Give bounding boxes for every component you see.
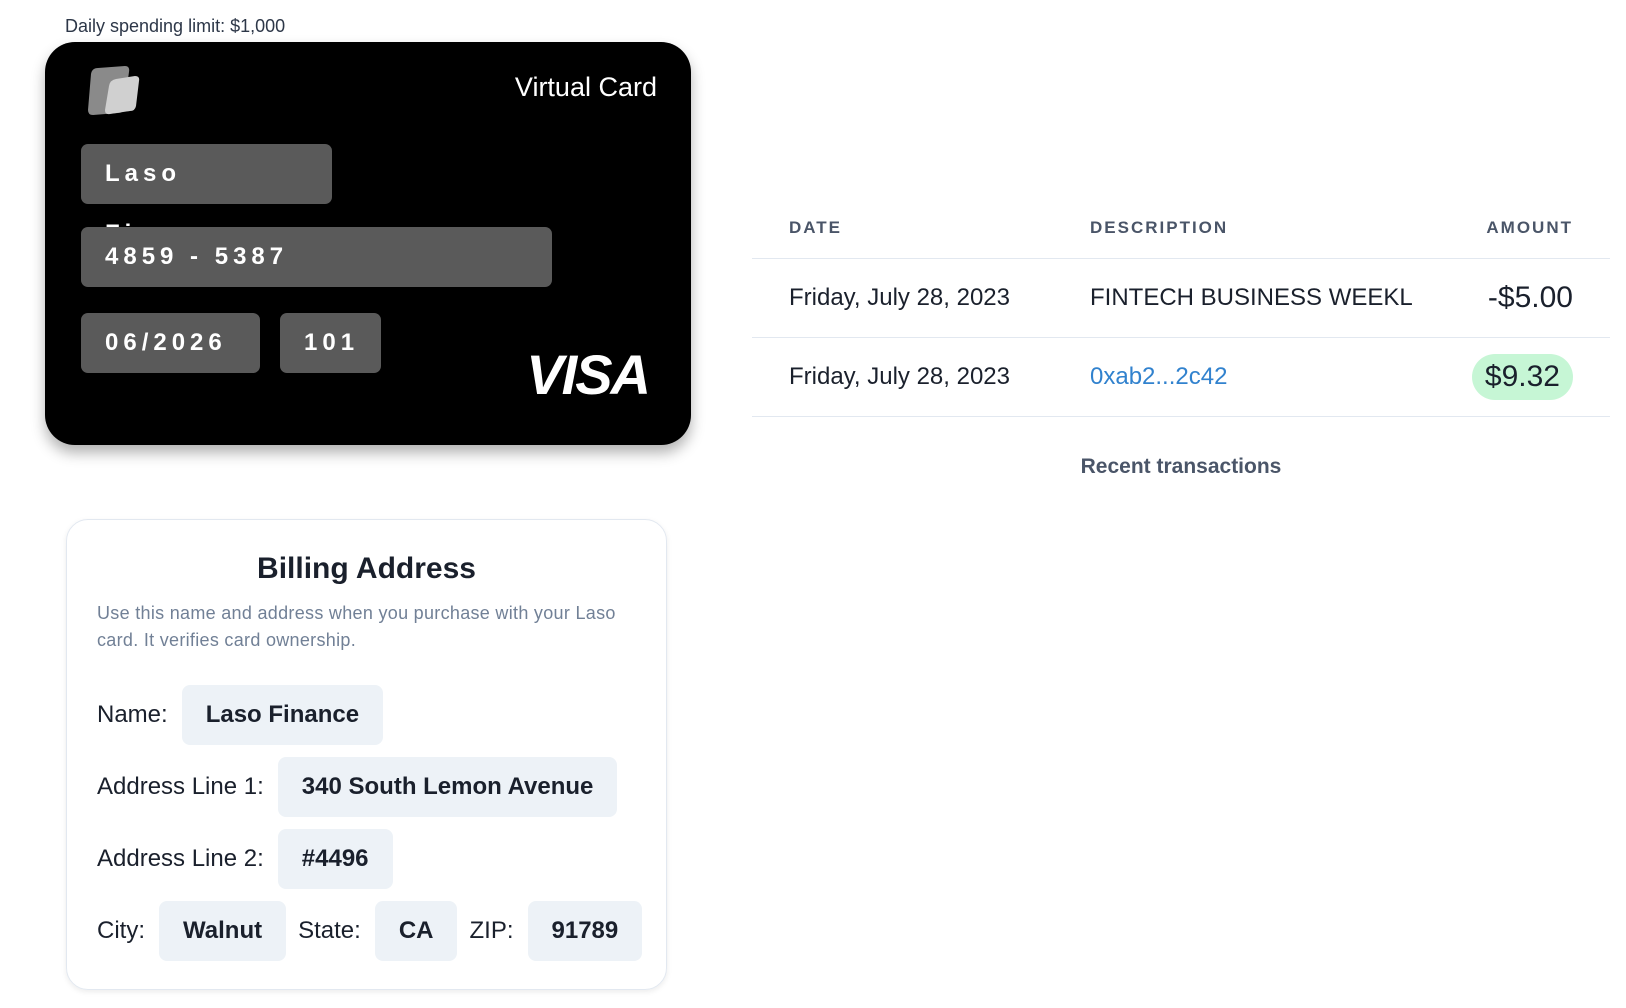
billing-address1-row: Address Line 1: 340 South Lemon Avenue [97,757,629,817]
card-number[interactable]: 4859 - 5387 [81,227,552,287]
column-header-date: DATE [789,218,843,237]
state-value[interactable]: CA [374,901,458,961]
billing-name-row: Name: Laso Finance [97,685,395,745]
zip-label: ZIP: [469,917,514,944]
billing-title: Billing Address [257,552,476,585]
card-type-label: Virtual Card [514,72,657,102]
transaction-description: FINTECH BUSINESS WEEKL [1090,284,1413,311]
column-header-amount: AMOUNT [1486,218,1573,237]
transaction-amount: -$5.00 [1487,281,1573,314]
card-cvv[interactable]: 101 [280,313,381,373]
cardholder-name[interactable]: Laso Finance [81,144,332,247]
table-row: Friday, July 28, 2023 0xab2...2c42 $9.32 [752,338,1610,417]
zip-value[interactable]: 91789 [527,901,643,961]
name-label: Name: [97,701,168,728]
card-expiry[interactable]: 06/2026 [81,313,260,373]
transaction-address-link[interactable]: 0xab2...2c42 [1090,338,1227,416]
city-value[interactable]: Walnut [159,901,287,961]
transactions-table: DATE DESCRIPTION AMOUNT Friday, July 28,… [752,200,1610,479]
state-label: State: [298,917,361,944]
name-value[interactable]: Laso Finance [181,685,384,745]
table-row: Friday, July 28, 2023 FINTECH BUSINESS W… [752,259,1610,338]
virtual-card: Virtual Card Laso Finance 4859 - 5387 06… [45,42,691,445]
daily-spending-limit: Daily spending limit: $1,000 [65,16,286,36]
transaction-amount-badge: $9.32 [1471,354,1573,400]
transaction-date: Friday, July 28, 2023 [789,363,1011,390]
billing-address2-row: Address Line 2: #4496 [97,829,405,889]
address-line1-value[interactable]: 340 South Lemon Avenue [277,757,618,817]
billing-city-row: City: Walnut State: CA ZIP: 91789 [97,901,654,961]
table-header: DATE DESCRIPTION AMOUNT [752,200,1610,259]
transaction-date: Friday, July 28, 2023 [789,284,1011,311]
billing-address-panel: Billing Address Use this name and addres… [66,519,667,990]
address-line2-value[interactable]: #4496 [277,829,393,889]
address-line2-label: Address Line 2: [97,845,264,872]
billing-description: Use this name and address when you purch… [97,603,616,650]
table-caption: Recent transactions [1080,455,1282,478]
page: Daily spending limit: $1,000 Virtual Car… [0,0,1626,1008]
address-line1-label: Address Line 1: [97,773,264,800]
column-header-description: DESCRIPTION [1090,218,1229,237]
visa-logo: VISA [526,343,651,406]
laso-logo-icon [88,66,140,115]
city-label: City: [97,917,145,944]
